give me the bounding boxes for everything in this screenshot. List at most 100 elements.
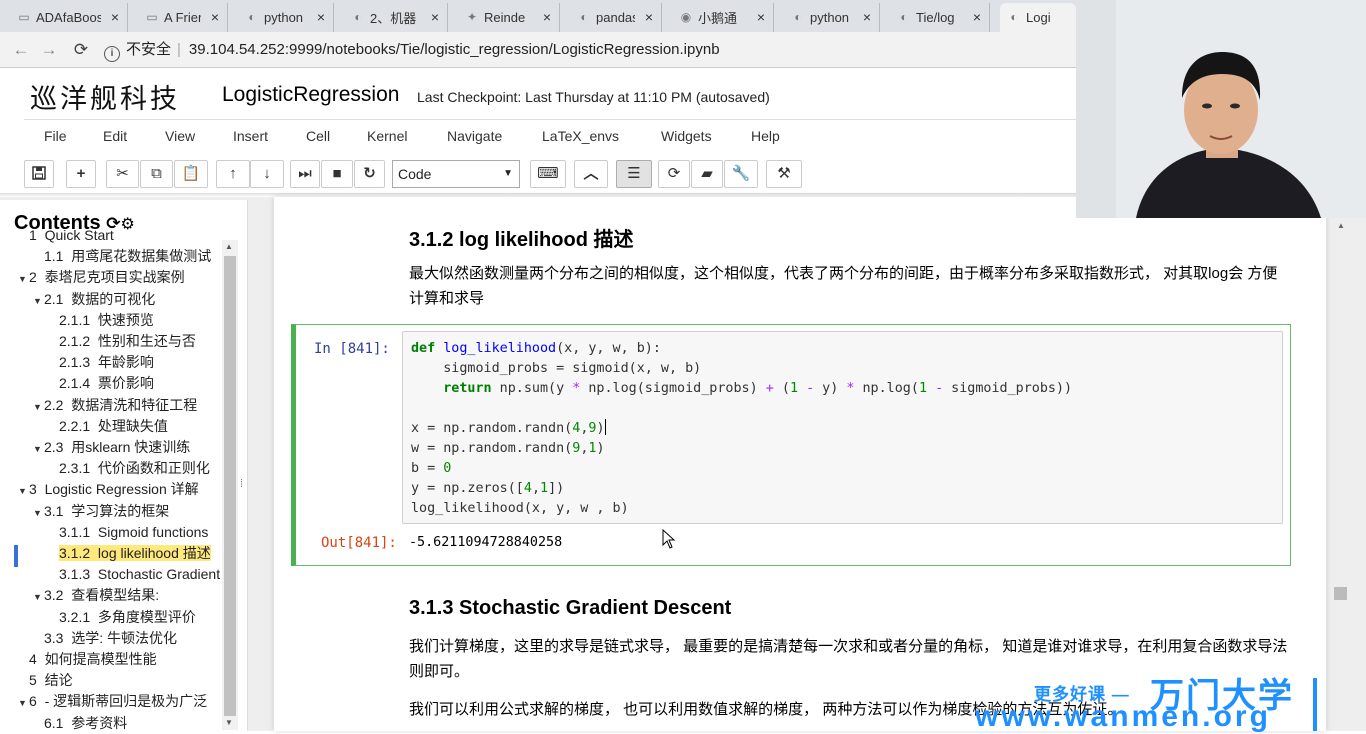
collapse-triangle-icon[interactable]: ▼	[18, 481, 29, 500]
forward-icon[interactable]: →	[38, 39, 60, 61]
toc-item[interactable]: ▼ 3.2 查看模型结果:	[0, 585, 222, 606]
menu-view[interactable]: View	[165, 128, 195, 144]
toc-item[interactable]: 2.1.3 年龄影响	[0, 352, 222, 373]
toc-item[interactable]: 5 结论	[0, 670, 222, 691]
close-tab-icon[interactable]: ×	[973, 9, 981, 25]
insert-cell-icon[interactable]: +	[66, 160, 96, 188]
close-tab-icon[interactable]: ×	[645, 9, 653, 25]
toc-item[interactable]: 3.1.2 log likelihood 描述	[0, 543, 222, 564]
browser-tab[interactable]: ◐ python ×	[784, 3, 880, 32]
page-scrollbar[interactable]: ▲	[1334, 197, 1348, 731]
page-scroll-thumb[interactable]	[1334, 587, 1347, 600]
code-editor[interactable]: def log_likelihood(x, y, w, b): sigmoid_…	[402, 331, 1283, 524]
cut-icon[interactable]: ✂	[106, 160, 139, 188]
toc-item-number: 2.3	[44, 439, 64, 455]
toc-toggle-icon[interactable]: ☰	[616, 160, 652, 188]
menu-file[interactable]: File	[44, 128, 67, 144]
toc-item[interactable]: 2.2.1 处理缺失值	[0, 416, 222, 437]
reload-icon[interactable]: ⟳	[70, 39, 92, 61]
toc-item[interactable]: 1 Quick Start	[0, 228, 222, 246]
close-tab-icon[interactable]: ×	[211, 9, 219, 25]
collapse-triangle-icon[interactable]: ▼	[33, 397, 44, 416]
menu-kernel[interactable]: Kernel	[367, 128, 407, 144]
collapse-triangle-icon[interactable]: ▼	[33, 503, 44, 522]
close-tab-icon[interactable]: ×	[317, 9, 325, 25]
browser-tab[interactable]: ◐ 2、机器 ×	[344, 3, 448, 32]
url-field[interactable]: i 不安全 | 39.104.54.252:9999/notebooks/Tie/lo…	[104, 38, 1084, 62]
toc-item[interactable]: 3.3 选学: 牛顿法优化	[0, 628, 222, 649]
cell-type-select[interactable]: Code ▼	[392, 160, 520, 188]
collapse-up-icon[interactable]: ︿	[574, 160, 608, 188]
restart-icon[interactable]: ↻	[354, 160, 385, 188]
browser-tab[interactable]: ◐ Logistic	[1000, 3, 1076, 32]
toc-item[interactable]: 1.1 用鸢尾花数据集做测试	[0, 246, 222, 267]
toc-resize-handle[interactable]: ⁞	[240, 478, 243, 490]
toc-item[interactable]: 3.1.3 Stochastic Gradient Descent	[0, 564, 222, 585]
paste-icon[interactable]: 📋	[174, 160, 208, 188]
keyboard-icon[interactable]: ⌨	[530, 160, 566, 188]
scroll-up-icon[interactable]: ▲	[1337, 221, 1345, 230]
toc-item[interactable]: ▼ 2.2 数据清洗和特征工程	[0, 395, 222, 416]
collapse-triangle-icon[interactable]: ▼	[18, 269, 29, 288]
close-tab-icon[interactable]: ×	[543, 9, 551, 25]
toc-item[interactable]: 2.3.1 代价函数和正则化	[0, 458, 222, 479]
toc-item[interactable]: 3.1.1 Sigmoid functions	[0, 522, 222, 543]
move-down-icon[interactable]: ↓	[250, 160, 284, 188]
menu-widgets[interactable]: Widgets	[661, 128, 712, 144]
notebook-name[interactable]: LogisticRegression	[222, 83, 399, 107]
collapse-triangle-icon[interactable]: ▼	[33, 291, 44, 310]
toc-scroll-thumb[interactable]	[224, 256, 236, 716]
toc-item[interactable]: ▼ 2 泰塔尼克项目实战案例	[0, 267, 222, 288]
toc-scrollbar[interactable]: ▲ ▼	[222, 240, 238, 730]
toc-item-text: log likelihood 描述	[97, 545, 211, 561]
code-text[interactable]: def log_likelihood(x, y, w, b): sigmoid_…	[411, 339, 1072, 519]
toc-item[interactable]: 2.1.1 快速预览	[0, 310, 222, 331]
run-icon[interactable]: ⏭	[290, 160, 320, 188]
collapse-triangle-icon[interactable]: ▼	[33, 587, 44, 606]
save-icon[interactable]	[24, 160, 54, 188]
heading-3-1-2: 3.1.2 log likelihood 描述	[409, 229, 634, 251]
toc-item[interactable]: 6.1 参考资料	[0, 713, 222, 731]
menu-cell[interactable]: Cell	[306, 128, 330, 144]
menu-edit[interactable]: Edit	[103, 128, 127, 144]
hammer-icon[interactable]: ⚒	[766, 160, 802, 188]
wrench-icon[interactable]: 🔧	[724, 160, 758, 188]
browser-tab[interactable]: ◉ 小鹅通 ×	[672, 3, 774, 32]
stop-icon[interactable]: ■	[321, 160, 353, 188]
close-tab-icon[interactable]: ×	[111, 9, 119, 25]
toc-item[interactable]: 2.1.2 性别和生还与否	[0, 331, 222, 352]
collapse-triangle-icon[interactable]: ▼	[18, 693, 29, 712]
browser-tab[interactable]: ✦ Reinde ×	[458, 3, 560, 32]
menu-latexenvs[interactable]: LaTeX_envs	[542, 128, 619, 144]
close-tab-icon[interactable]: ×	[757, 9, 765, 25]
menu-insert[interactable]: Insert	[233, 128, 268, 144]
copy-icon[interactable]: ⧉	[140, 160, 173, 188]
collapse-triangle-icon[interactable]: ▼	[33, 439, 44, 458]
book-icon[interactable]: ▰	[691, 160, 723, 188]
browser-tab[interactable]: ◐ Tie/log ×	[890, 3, 990, 32]
browser-tab[interactable]: ▭ A Friendly ×	[138, 3, 228, 32]
info-icon[interactable]: i	[104, 46, 120, 62]
refresh-icon[interactable]: ⟳	[658, 160, 690, 188]
move-up-icon[interactable]: ↑	[216, 160, 250, 188]
browser-tab[interactable]: ▭ ADAfaBoost ×	[10, 3, 128, 32]
toc-item[interactable]: 2.1.4 票价影响	[0, 373, 222, 394]
scroll-down-icon[interactable]: ▼	[225, 718, 233, 727]
browser-tab[interactable]: ◐ pandas ×	[570, 3, 662, 32]
scroll-up-icon[interactable]: ▲	[225, 242, 233, 251]
toc-item[interactable]: ▼ 3.1 学习算法的框架	[0, 501, 222, 522]
toc-item[interactable]: ▼ 2.3 用sklearn 快速训练	[0, 437, 222, 458]
toc-item[interactable]: ▼ 3 Logistic Regression 详解	[0, 479, 222, 500]
toc-item-text: 数据的可视化	[71, 290, 156, 307]
close-tab-icon[interactable]: ×	[431, 9, 439, 25]
close-tab-icon[interactable]: ×	[863, 9, 871, 25]
toc-item[interactable]: ▼ 2.1 数据的可视化	[0, 289, 222, 310]
back-icon[interactable]: ←	[10, 39, 32, 61]
toc-item[interactable]: ▼ 6 - 逻辑斯蒂回归是极为广泛	[0, 691, 222, 712]
toc-item[interactable]: 3.2.1 多角度模型评价	[0, 607, 222, 628]
menu-navigate[interactable]: Navigate	[447, 128, 502, 144]
menu-help[interactable]: Help	[751, 128, 780, 144]
toc-item-number: 2.1.3	[59, 354, 91, 371]
toc-item[interactable]: 4 如何提高模型性能	[0, 649, 222, 670]
browser-tab[interactable]: ◐ python ×	[238, 3, 334, 32]
